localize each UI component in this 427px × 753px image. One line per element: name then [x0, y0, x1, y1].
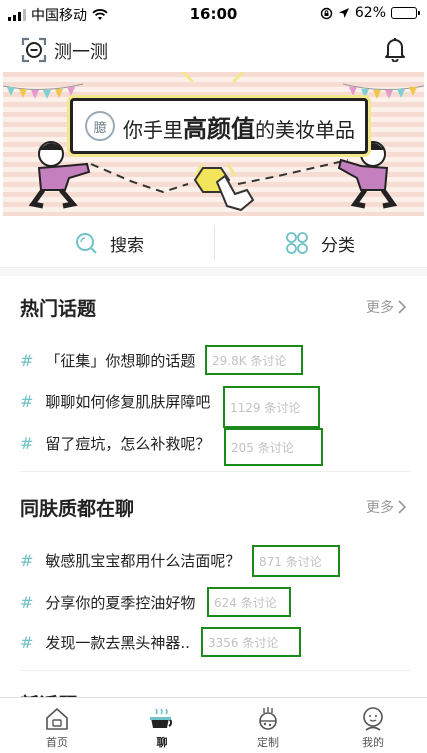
promo-banner[interactable]: 臆 你手里高颜值的美妆单品: [3, 72, 424, 216]
hash-icon: #: [20, 632, 34, 652]
lab-flask-icon: [259, 707, 277, 730]
hash-icon: #: [20, 550, 34, 570]
topic-item[interactable]: # 聊聊如何修复肌肤屏障吧 1129 条讨论: [20, 386, 320, 428]
tab-chat[interactable]: 聊: [122, 698, 202, 753]
app-header: 测一测: [0, 28, 427, 72]
topic-item[interactable]: # 「征集」你想聊的话题 29.8K 条讨论: [20, 345, 303, 375]
section-gap: [0, 268, 427, 276]
battery-icon: [391, 7, 420, 19]
topic-title: 「征集」你想聊的话题: [45, 351, 196, 370]
divider: [214, 226, 215, 260]
topic-title: 聊聊如何修复肌肤屏障吧: [45, 392, 211, 411]
discussion-count: 871 条讨论: [252, 545, 340, 577]
tab-label: 首页: [46, 736, 68, 749]
discussion-count: 624 条讨论: [207, 587, 291, 617]
hash-icon: #: [20, 391, 34, 411]
banner-badge: 臆: [85, 111, 115, 141]
status-bar: 中国移动 16:00 62%: [0, 0, 427, 28]
tab-label: 聊: [156, 736, 168, 749]
chevron-right-icon: [398, 500, 406, 514]
tab-home[interactable]: 首页: [17, 698, 97, 753]
tab-label: 我的: [362, 736, 384, 749]
topic-item[interactable]: # 分享你的夏季控油好物 624 条讨论: [20, 587, 291, 617]
hash-icon: #: [20, 592, 34, 612]
discussion-count: 205 条讨论: [224, 428, 323, 466]
location-arrow-icon: [338, 8, 349, 18]
discussion-count: 29.8K 条讨论: [205, 345, 303, 375]
more-label: 更多: [366, 500, 394, 516]
app-title: 测一测: [54, 42, 108, 63]
category-label: 分类: [321, 235, 355, 256]
bell-icon[interactable]: [383, 36, 407, 62]
same-skin-more-link[interactable]: 更多: [366, 497, 406, 517]
topic-title: 分享你的夏季控油好物: [45, 593, 196, 612]
search-icon: [76, 233, 97, 254]
hash-icon: #: [20, 350, 34, 370]
chevron-right-icon: [398, 300, 406, 314]
tab-bar: 首页 聊 定制 我的: [0, 697, 427, 753]
discussion-count: 3356 条讨论: [201, 627, 301, 657]
tab-customize[interactable]: 定制: [228, 698, 308, 753]
person-icon: [363, 707, 383, 731]
topic-title: 留了痘坑，怎么补救呢？: [45, 434, 211, 453]
topic-item[interactable]: # 留了痘坑，怎么补救呢？ 205 条讨论: [20, 428, 323, 466]
divider: [20, 471, 410, 472]
house-icon: [46, 708, 68, 730]
grid-category-icon: [286, 232, 308, 254]
quick-actions: 搜索 分类: [0, 218, 427, 268]
search-label: 搜索: [110, 235, 144, 256]
battery-percent: 62%: [354, 5, 386, 21]
more-label: 更多: [366, 300, 394, 316]
same-skin-title: 同肤质都在聊: [20, 498, 135, 520]
discussion-count: 1129 条讨论: [223, 386, 320, 428]
divider: [20, 670, 410, 671]
scan-face-icon[interactable]: [21, 37, 47, 63]
topic-title: 发现一款去黑头神器..: [45, 633, 190, 652]
coffee-cup-icon: [150, 708, 173, 728]
category-button[interactable]: 分类: [285, 218, 355, 268]
hot-topics-title: 热门话题: [20, 298, 97, 320]
banner-headline: 你手里高颜值的美妆单品: [123, 114, 355, 143]
topic-item[interactable]: # 敏感肌宝宝都用什么洁面呢？ 871 条讨论: [20, 545, 340, 577]
topic-item[interactable]: # 发现一款去黑头神器.. 3356 条讨论: [20, 627, 301, 657]
app-screen: 中国移动 16:00 62% 测一测 臆 你手里高颜值的美妆单品 搜索 分类 热…: [0, 0, 427, 753]
hash-icon: #: [20, 433, 34, 453]
tab-label: 定制: [257, 736, 279, 749]
topic-title: 敏感肌宝宝都用什么洁面呢？: [45, 551, 241, 570]
rotation-lock-icon: [320, 7, 333, 19]
tab-profile[interactable]: 我的: [333, 698, 413, 753]
search-button[interactable]: 搜索: [74, 218, 144, 268]
banner-headline-card: 臆 你手里高颜值的美妆单品: [70, 98, 368, 154]
hot-topics-more-link[interactable]: 更多: [366, 297, 406, 317]
